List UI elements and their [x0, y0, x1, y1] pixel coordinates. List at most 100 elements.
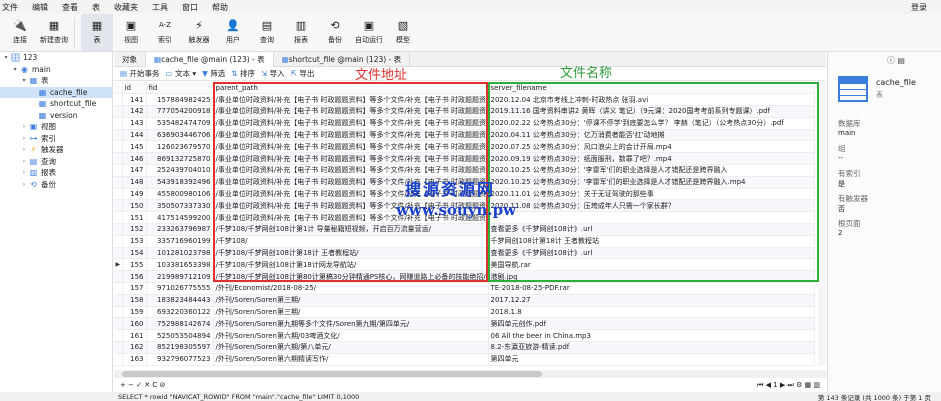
vertical-scrollbar[interactable]	[818, 82, 826, 366]
table-cell-id[interactable]: 163	[122, 353, 147, 366]
table-cell-fid[interactable]: 126023679570	[146, 140, 214, 154]
table-cell-server-filename[interactable]: 美国导航.rar	[488, 258, 815, 272]
table-cell-parent-path[interactable]: /事业单位时政资料/补充【电子书 时政题题资料】等多个文件/补充【电子书 时政题…	[213, 117, 489, 130]
toolbar-query-button[interactable]: ▤ 查询	[251, 14, 283, 45]
table-cell-fid[interactable]: 417514599200	[146, 211, 214, 225]
table-cell-parent-path[interactable]: /事业单位时政资料/补充【电子书 时政题题资料】等多个文件/补充【电子书 时政题…	[213, 152, 489, 166]
table-row[interactable]: 152 233263796987/千梦108/千梦网创108计第1计 导量秘籍短视…	[114, 223, 815, 236]
table-cell-fid[interactable]: 350507337330	[146, 199, 214, 213]
toolbar-plug-button[interactable]: 🔌 连接	[4, 14, 36, 45]
tree-twisty-icon[interactable]: ›	[20, 158, 28, 165]
table-row[interactable]: 158 183823484443/外刊/Soren/Soren第三期/2017.1…	[114, 294, 815, 307]
table-cell-id[interactable]: 155	[122, 258, 147, 272]
toolbar-schedule-button[interactable]: ▣ 自动运行	[353, 14, 385, 45]
table-cell-fid[interactable]: 777054200918	[146, 105, 214, 118]
table-cell-parent-path[interactable]: /外刊/Economist/2018-08-25/	[213, 282, 489, 295]
table-cell-server-filename[interactable]: 2020.12.04 北京市考线上冲刺-时政热点 张羽.avi	[488, 93, 815, 107]
toolbar-index-button[interactable]: A-Z 索引	[149, 14, 181, 45]
table-cell-server-filename[interactable]: 2020.02.22 公考热点30分：'停课不停学'到底要怎么学？ 李赫（笔记）…	[488, 117, 815, 130]
toolbar-view-button[interactable]: ▣ 视图	[115, 14, 147, 45]
column-header-fid[interactable]: fid	[146, 82, 214, 95]
menu-item[interactable]: 窗口	[182, 2, 198, 13]
menu-item[interactable]: 表	[92, 2, 100, 13]
table-cell-server-filename[interactable]	[488, 211, 815, 225]
menu-item[interactable]: 帮助	[212, 2, 228, 13]
table-cell-parent-path[interactable]: /千梦108/	[213, 235, 489, 248]
tab-1[interactable]: ▦ cache_file @main (123) - 表	[146, 51, 274, 67]
table-cell-parent-path[interactable]: /外刊/Soren/Soren第六期/第八单元/	[213, 341, 489, 354]
table-cell-server-filename[interactable]: 千梦网创108计第18计 王者教程站	[488, 235, 815, 248]
table-cell-id[interactable]: 157	[122, 282, 147, 295]
table-cell-fid[interactable]: 252439704010	[146, 164, 214, 177]
column-header-parent-path[interactable]: parent_path	[213, 82, 489, 95]
tree-item-[interactable]: ▾ ▦ 表	[0, 75, 112, 87]
filter-button[interactable]: ▼ 筛选	[202, 68, 225, 79]
import-button[interactable]: ⇲ 导入	[261, 68, 285, 79]
tree-item-123[interactable]: ▾ 🗄 123	[0, 52, 112, 64]
table-cell-id[interactable]: 162	[122, 341, 147, 354]
table-cell-fid[interactable]: 693220360122	[146, 306, 214, 319]
table-cell-fid[interactable]: 525053504894	[146, 329, 214, 343]
table-cell-parent-path[interactable]: /外刊/Soren/Soren第三期/	[213, 294, 489, 307]
tree-twisty-icon[interactable]: ›	[20, 135, 28, 142]
table-row[interactable]: 163 932796077523/外刊/Soren/Soren第六期精读写作/第四…	[114, 353, 815, 366]
tree-item-[interactable]: › ⚡ 触发器	[0, 144, 112, 156]
table-cell-server-filename[interactable]: 2017.12.27	[488, 294, 815, 307]
table-cell-parent-path[interactable]: /事业单位时政资料/补充【电子书 时政题题资料】等多个文件/补充【电子书 时政题…	[213, 105, 489, 118]
table-row[interactable]: 157 971026775555/外刊/Economist/2018-08-25/…	[114, 282, 815, 295]
column-header-id[interactable]: id	[122, 82, 147, 95]
tree-item-[interactable]: › ⊶ 索引	[0, 133, 112, 145]
begin-transaction-button[interactable]: ▤ 开始事务	[120, 68, 159, 79]
table-cell-id[interactable]: 149	[122, 188, 147, 201]
page-navigation-controls[interactable]: ⏮ ◀ 1 ▶ ⏭ ⚙ ▦ ▥	[757, 381, 820, 390]
toolbar-new-query-button[interactable]: ▦ 新建查询	[38, 14, 70, 45]
table-cell-id[interactable]: 141	[122, 93, 147, 107]
tree-item-[interactable]: › ▥ 报表	[0, 167, 112, 179]
menu-item[interactable]: 编辑	[32, 2, 48, 13]
table-cell-id[interactable]: 144	[122, 129, 147, 142]
tree-item-[interactable]: › ▤ 查询	[0, 156, 112, 168]
table-cell-parent-path[interactable]: /事业单位时政资料/补充【电子书 时政题题资料】等多个文件/补充【电子书 时政题…	[213, 164, 489, 177]
table-row[interactable]: 147 252439704010/事业单位时政资料/补充【电子书 时政题题资料】等…	[114, 164, 815, 177]
table-cell-server-filename[interactable]: 第四单元创作.pdf	[488, 317, 815, 331]
table-cell-parent-path[interactable]: /事业单位时政资料/补充【电子书 时政题题资料】等多个文件/补充【电子书 时政题…	[213, 93, 489, 107]
export-button[interactable]: ⇱ 导出	[291, 68, 315, 79]
table-cell-parent-path[interactable]: /外刊/Soren/Soren第六期/03啤酒文化/	[213, 329, 489, 343]
table-cell-parent-path[interactable]: /千梦108/千梦网创108计第18计网龙导航站/	[213, 258, 489, 272]
table-cell-id[interactable]: 151	[122, 211, 147, 225]
table-row[interactable]: 161 525053504894/外刊/Soren/Soren第六期/03啤酒文化…	[114, 329, 815, 343]
table-cell-id[interactable]: 160	[122, 317, 147, 331]
table-cell-server-filename[interactable]: 8.2-东瀛亚旅游-精读.pdf	[488, 341, 815, 354]
table-cell-server-filename[interactable]: 港剧.jpg	[488, 270, 815, 284]
table-cell-fid[interactable]: 183823484443	[146, 294, 214, 307]
table-cell-id[interactable]: 152	[122, 223, 147, 236]
table-cell-id[interactable]: 156	[122, 270, 147, 284]
toolbar-report-button[interactable]: ▥ 报表	[285, 14, 317, 45]
table-cell-server-filename[interactable]: 2020.04.11 公考热点30分：亿万消费者能否'扛'动地摊	[488, 129, 815, 142]
toolbar-table-button[interactable]: ▦ 表	[81, 14, 113, 51]
table-cell-id[interactable]: 142	[122, 105, 147, 118]
login-button[interactable]: 登录	[911, 2, 927, 13]
menu-item[interactable]: 查看	[62, 2, 78, 13]
table-cell-server-filename[interactable]: 2020.09.19 公考热点30分：纸面服刑，数罪了吧？.mp4	[488, 152, 815, 166]
table-cell-server-filename[interactable]: 2020.11.01 公考热点30分：关于无证驾驶的那些事	[488, 188, 815, 201]
table-cell-server-filename[interactable]: TE-2018-08-25-PDF.rar	[488, 282, 815, 295]
table-cell-fid[interactable]: 535482474709	[146, 117, 214, 130]
table-cell-parent-path[interactable]: /千梦108/千梦网创108计第18计 王者教程站/	[213, 247, 489, 260]
table-cell-id[interactable]: 158	[122, 294, 147, 307]
tree-twisty-icon[interactable]: ›	[20, 146, 28, 153]
table-cell-server-filename[interactable]: 第四单元	[488, 353, 815, 366]
table-row[interactable]: 159 693220360122/外刊/Soren/Soren第三期/2018.1…	[114, 306, 815, 319]
table-cell-parent-path[interactable]: /千梦108/千梦网创108计第1计 导量秘籍短视频，开启百万流量营运/	[213, 223, 489, 236]
table-cell-server-filename[interactable]: 2019.11.16 国考资料串讲2 黄晖（讲义 笔记）（9元课：2020国考考…	[488, 105, 815, 118]
table-cell-id[interactable]: 154	[122, 247, 147, 260]
sort-button[interactable]: ⇅ 排序	[231, 68, 255, 79]
table-row[interactable]: 146 869132725870/事业单位时政资料/补充【电子书 时政题题资料】等…	[114, 152, 815, 166]
toolbar-user-button[interactable]: 👤 用户	[217, 14, 249, 45]
tree-twisty-icon[interactable]: ›	[20, 123, 28, 130]
table-cell-id[interactable]: 146	[122, 152, 147, 166]
table-cell-parent-path[interactable]: /事业单位时政资料/补充【电子书 时政题题资料】等多个文件/补充【电子书 时政题…	[213, 140, 489, 154]
table-cell-server-filename[interactable]: 2020.11.08 公考热点30分：压垮成年人只需一个家长群？	[488, 199, 815, 213]
table-cell-parent-path[interactable]: /外刊/Soren/Soren第九期等多个文件/Soren第九期/第四单元/	[213, 317, 489, 331]
table-row[interactable]: 145 126023679570/事业单位时政资料/补充【电子书 时政题题资料】等…	[114, 140, 815, 154]
